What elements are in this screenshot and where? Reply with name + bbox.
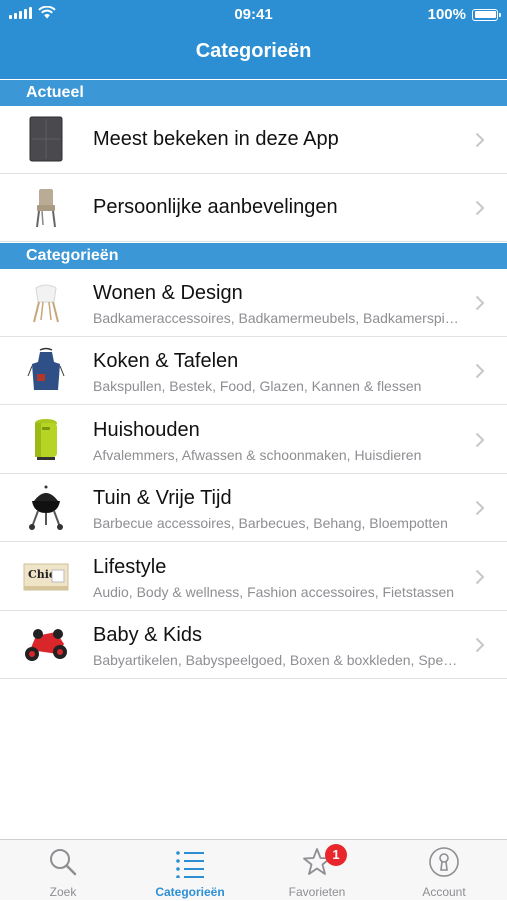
tab-account[interactable]: Account bbox=[381, 840, 507, 901]
list-item-title: Tuin & Vrije Tijd bbox=[93, 487, 232, 509]
list-item-meest-bekeken[interactable]: Meest bekeken in deze App bbox=[0, 106, 507, 174]
list-item-wonen-design[interactable]: Wonen & Design Badkameraccessoires, Badk… bbox=[0, 269, 507, 337]
chevron-right-icon bbox=[475, 132, 485, 148]
chevron-right-icon bbox=[475, 295, 485, 311]
chair-icon bbox=[33, 284, 59, 323]
tab-categorieen[interactable]: Categorieën bbox=[127, 840, 253, 901]
book-icon: Chic bbox=[23, 563, 69, 591]
list-item-subtitle: Badkameraccessoires, Badkamermeubels, Ba… bbox=[93, 310, 459, 326]
toy-car-icon bbox=[25, 629, 67, 661]
list-item-lifestyle[interactable]: Chic Lifestyle Audio, Body & wellness, F… bbox=[0, 543, 507, 611]
battery-icon bbox=[472, 8, 501, 21]
tab-favorieten[interactable]: 1 Favorieten bbox=[254, 840, 380, 901]
chair-icon bbox=[36, 189, 56, 228]
list-item-subtitle: Babyartikelen, Babyspeelgoed, Boxen & bo… bbox=[93, 652, 459, 668]
list-item-title: Wonen & Design bbox=[93, 282, 243, 304]
list-item-subtitle: Barbecue accessoires, Barbecues, Behang,… bbox=[93, 515, 448, 531]
chevron-right-icon bbox=[475, 569, 485, 585]
list-item-title: Huishouden bbox=[93, 419, 200, 441]
list-icon bbox=[176, 851, 204, 878]
chevron-right-icon bbox=[475, 363, 485, 379]
battery-percentage: 100% bbox=[427, 6, 466, 23]
list-item-subtitle: Afvalemmers, Afwassen & schoonmaken, Hui… bbox=[93, 447, 422, 463]
list-item-subtitle: Bakspullen, Bestek, Food, Glazen, Kannen… bbox=[93, 378, 422, 394]
list-item-title: Lifestyle bbox=[93, 556, 167, 578]
page-title: Categorieën bbox=[195, 40, 312, 62]
favorites-badge: 1 bbox=[325, 844, 347, 866]
list-item-koken-tafelen[interactable]: Koken & Tafelen Bakspullen, Bestek, Food… bbox=[0, 337, 507, 405]
list-item-title: Baby & Kids bbox=[93, 624, 202, 646]
tab-bar: Zoek Categorieën 1 Favorieten Account bbox=[0, 839, 507, 900]
search-icon bbox=[50, 849, 77, 876]
list-item-title: Koken & Tafelen bbox=[93, 350, 239, 372]
list-item-subtitle: Audio, Body & wellness, Fashion accessoi… bbox=[93, 584, 455, 600]
trash-bin-icon bbox=[35, 419, 57, 460]
tab-zoek[interactable]: Zoek bbox=[0, 840, 126, 901]
list-item-title: Persoonlijke aanbevelingen bbox=[93, 196, 338, 218]
chevron-right-icon bbox=[475, 500, 485, 516]
tab-label: Account bbox=[422, 885, 466, 899]
list-item-title: Meest bekeken in deze App bbox=[93, 128, 339, 150]
apron-icon bbox=[27, 347, 65, 390]
section-header-actueel: Actueel bbox=[0, 80, 507, 106]
lock-icon bbox=[429, 847, 459, 877]
status-bar: 09:41 100% bbox=[0, 0, 507, 28]
chevron-right-icon bbox=[475, 432, 485, 448]
tablet-icon bbox=[29, 116, 63, 162]
chevron-right-icon bbox=[475, 637, 485, 653]
list-item-tuin-vrije-tijd[interactable]: Tuin & Vrije Tijd Barbecue accessoires, … bbox=[0, 474, 507, 542]
chevron-right-icon bbox=[475, 200, 485, 216]
list-item-aanbevelingen[interactable]: Persoonlijke aanbevelingen bbox=[0, 174, 507, 242]
section-header-categorieen: Categorieën bbox=[0, 243, 507, 269]
tab-label: Categorieën bbox=[155, 885, 225, 899]
barbecue-icon bbox=[29, 485, 63, 530]
navigation-bar: 09:41 100% Categorieën bbox=[0, 0, 507, 79]
tab-label: Favorieten bbox=[288, 885, 346, 899]
list-item-huishouden[interactable]: Huishouden Afvalemmers, Afwassen & schoo… bbox=[0, 406, 507, 474]
tab-label: Zoek bbox=[49, 885, 77, 899]
list-item-baby-kids[interactable]: Baby & Kids Babyartikelen, Babyspeelgoed… bbox=[0, 611, 507, 679]
